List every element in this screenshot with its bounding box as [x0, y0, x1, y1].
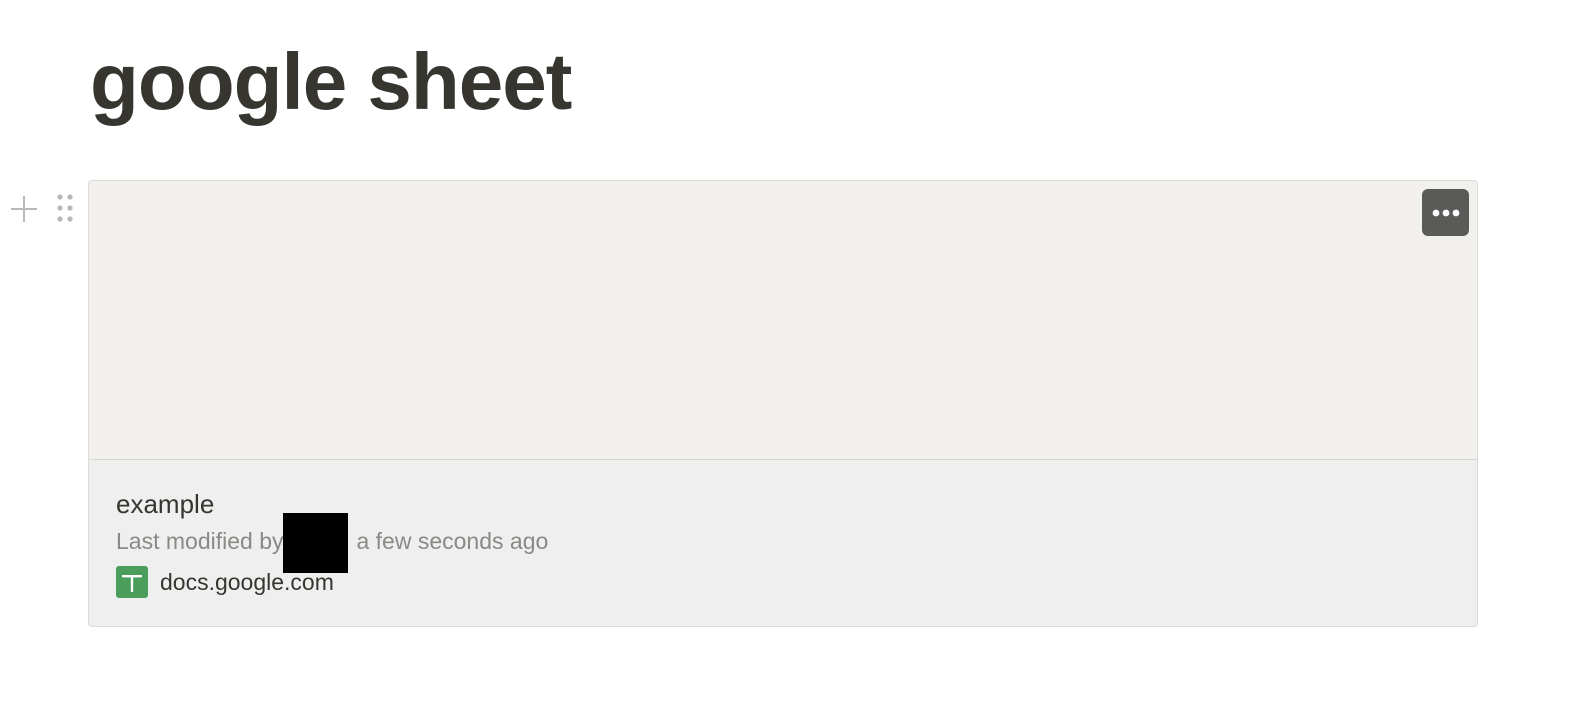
google-sheet-embed[interactable]: example Last modified by a few seconds a…: [88, 180, 1478, 627]
embed-modified-info: Last modified by a few seconds ago: [116, 513, 1457, 573]
drag-handle[interactable]: [56, 193, 76, 225]
plus-icon: [11, 196, 37, 222]
drag-dots-icon: [57, 194, 73, 222]
page-title[interactable]: google sheet: [90, 38, 572, 126]
more-horizontal-icon: [1432, 209, 1459, 216]
redacted-user: [283, 513, 349, 573]
embed-info: example Last modified by a few seconds a…: [116, 489, 1457, 598]
block-handles: [8, 193, 80, 225]
google-sheets-icon: [116, 566, 148, 598]
page: google sheet example Last modified by a …: [0, 0, 1594, 706]
embed-preview[interactable]: [89, 181, 1477, 460]
more-options-button[interactable]: [1422, 189, 1469, 236]
modified-suffix: a few seconds ago: [356, 528, 549, 554]
add-block-button[interactable]: [8, 193, 40, 225]
modified-prefix: Last modified by: [116, 528, 284, 554]
